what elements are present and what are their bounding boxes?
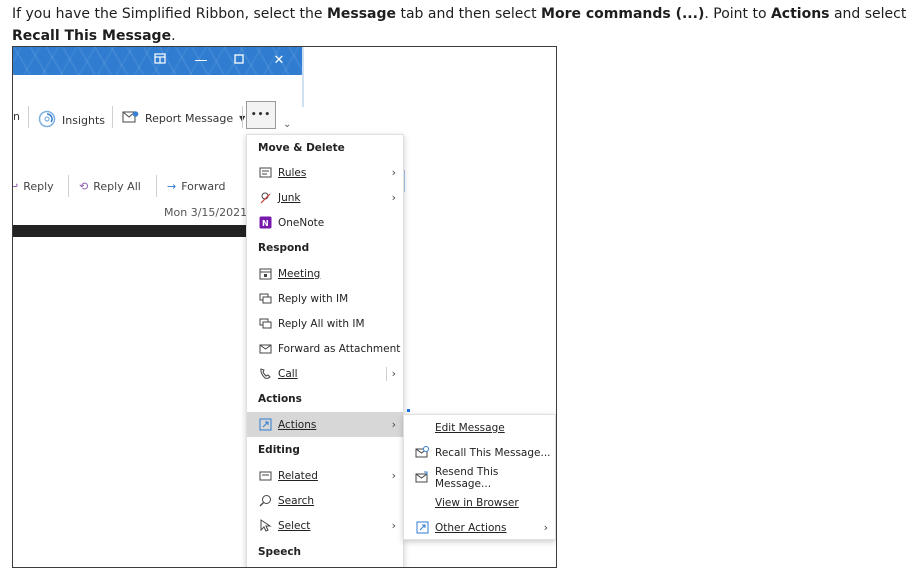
menu-item-reply-with-im[interactable]: Reply with IM	[247, 286, 403, 311]
menu-heading-move-delete: Move & Delete	[258, 141, 345, 154]
related-icon	[258, 469, 272, 483]
chevron-right-icon: ›	[391, 418, 396, 431]
more-commands-button[interactable]: •••	[246, 101, 276, 129]
recall-ref: Recall This Message	[12, 28, 172, 44]
chat-icon	[258, 317, 272, 331]
ribbon-separator	[242, 106, 243, 128]
msg-separator	[68, 175, 69, 197]
chat-icon	[258, 292, 272, 306]
more-commands-icon: •••	[250, 110, 272, 120]
junk-icon	[258, 191, 272, 205]
actions-submenu: Edit Message Recall This Message... Rese…	[403, 414, 556, 540]
onenote-icon: N	[258, 216, 272, 230]
menu-item-reply-all-with-im[interactable]: Reply All with IM	[247, 311, 403, 336]
menu-item-related[interactable]: Related ›	[247, 463, 403, 488]
screenshot-frame: — ✕ n Insights Report Message ▼ ••• ⌄ ↩ …	[12, 46, 557, 568]
msg-separator	[156, 175, 157, 197]
instruction-text: If you have the Simplified Ribbon, selec…	[12, 6, 907, 44]
restore-layout-icon[interactable]	[150, 51, 170, 71]
insights-label: Insights	[62, 114, 106, 127]
minimize-icon[interactable]: —	[191, 51, 211, 71]
insights-button[interactable]: Insights	[38, 110, 105, 131]
menu-item-select[interactable]: Select ›	[247, 513, 403, 538]
ribbon-separator	[112, 106, 113, 128]
submenu-item-resend-message[interactable]: Resend This Message...	[404, 465, 555, 490]
chevron-right-icon: ›	[391, 469, 396, 482]
window-edge	[302, 47, 304, 107]
reply-icon: ↩	[13, 180, 18, 193]
ribbon-separator	[28, 106, 29, 128]
envelope-resend-icon	[415, 471, 429, 485]
insights-icon	[38, 110, 56, 131]
more-commands-ref: More commands (...)	[541, 6, 705, 22]
menu-heading-respond: Respond	[258, 241, 310, 254]
menu-item-junk[interactable]: Junk ›	[247, 185, 403, 210]
focus-indicator	[407, 409, 410, 412]
report-message-label: Report Message	[145, 112, 234, 125]
message-tab-ref: Message	[326, 6, 397, 22]
phone-icon	[258, 367, 272, 381]
chevron-right-icon[interactable]: ›	[392, 367, 396, 380]
reply-all-icon: ⟲	[79, 180, 89, 193]
submenu-item-recall-message[interactable]: Recall This Message...	[404, 440, 555, 465]
more-commands-menu: Move & Delete Rules › Junk › N OneNote R…	[246, 134, 404, 567]
ribbon-expand-chevron-icon[interactable]: ⌄	[283, 119, 291, 130]
menu-item-search[interactable]: Search	[247, 488, 403, 513]
title-bar: — ✕	[13, 47, 302, 75]
submenu-item-view-in-browser[interactable]: View in Browser	[404, 490, 555, 515]
cursor-icon	[258, 519, 272, 533]
rules-icon	[258, 166, 272, 180]
split-divider	[386, 367, 387, 381]
actions-icon	[258, 418, 272, 432]
envelope-forward-icon	[258, 342, 272, 356]
ribbon-item-partial[interactable]: n	[13, 110, 20, 123]
reply-button[interactable]: ↩ Reply	[13, 180, 54, 193]
menu-heading-actions: Actions	[258, 392, 302, 405]
forward-arrow-icon: →	[167, 180, 177, 193]
search-icon	[258, 494, 272, 508]
actions-ref: Actions	[770, 6, 830, 22]
chevron-right-icon: ›	[391, 519, 396, 532]
menu-item-onenote[interactable]: N OneNote	[247, 210, 403, 235]
submenu-item-other-actions[interactable]: Other Actions ›	[404, 515, 555, 540]
menu-heading-editing: Editing	[258, 443, 300, 456]
chevron-right-icon: ›	[543, 521, 548, 534]
calendar-icon	[258, 267, 272, 281]
svg-text:N: N	[262, 219, 269, 228]
chevron-right-icon: ›	[391, 166, 396, 179]
reply-all-button[interactable]: ⟲ Reply All	[79, 180, 141, 193]
report-message-button[interactable]: Report Message ▼	[122, 110, 245, 127]
submenu-item-edit-message[interactable]: Edit Message	[404, 415, 555, 440]
actions-icon	[415, 521, 429, 535]
menu-item-forward-as-attachment[interactable]: Forward as Attachment	[247, 336, 403, 361]
menu-heading-speech: Speech	[258, 545, 302, 558]
maximize-icon[interactable]	[229, 51, 249, 71]
dark-divider	[13, 225, 249, 237]
forward-button[interactable]: → Forward	[167, 180, 225, 193]
report-message-icon	[122, 110, 139, 127]
close-icon[interactable]: ✕	[269, 51, 289, 71]
envelope-recall-icon	[415, 446, 429, 460]
menu-item-meeting[interactable]: Meeting	[247, 261, 403, 286]
menu-item-actions[interactable]: Actions ›	[247, 412, 403, 437]
menu-item-rules[interactable]: Rules ›	[247, 160, 403, 185]
menu-item-call[interactable]: Call ›	[247, 361, 403, 386]
chevron-right-icon: ›	[391, 191, 396, 204]
